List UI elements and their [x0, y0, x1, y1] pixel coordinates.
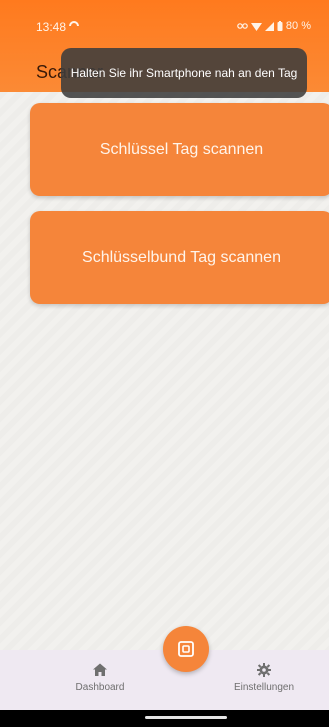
signal-icon [264, 21, 274, 31]
alarm-icon [69, 21, 79, 27]
wifi-icon [250, 22, 262, 31]
nav-label-settings: Einstellungen [233, 682, 295, 693]
status-time: 13:48 [36, 20, 67, 34]
toast-message: Halten Sie ihr Smartphone nah an den Tag [61, 48, 307, 98]
scan-keyring-tag-button[interactable]: Schlüsselbund Tag scannen [30, 211, 329, 304]
battery-level: 80 % [285, 20, 311, 32]
nav-item-settings[interactable]: Einstellungen [226, 662, 302, 693]
home-icon [93, 663, 107, 676]
battery-icon [277, 21, 283, 31]
status-icons: 80 % [237, 20, 311, 32]
gear-icon [257, 663, 271, 677]
home-indicator[interactable] [145, 716, 227, 719]
link-icon [237, 23, 248, 29]
phone-screen: 13:48 80 % Scanner Schlüssel Tag scannen [0, 0, 329, 727]
nfc-icon [178, 641, 194, 657]
nfc-scan-fab[interactable] [163, 626, 209, 672]
scan-key-tag-button[interactable]: Schlüssel Tag scannen [30, 103, 329, 196]
nav-item-dashboard[interactable]: Dashboard [68, 662, 132, 693]
nav-label-dashboard: Dashboard [75, 682, 125, 693]
